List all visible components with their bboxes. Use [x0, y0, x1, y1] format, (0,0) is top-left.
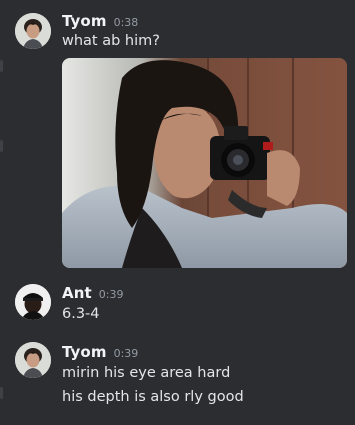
- username[interactable]: Ant: [62, 284, 92, 302]
- message-header: Tyom 0:39: [62, 343, 138, 361]
- message-group: Tyom 0:39 mirin his eye area hard his de…: [0, 336, 355, 425]
- message-text: what ab him?: [62, 33, 160, 49]
- left-edge-marker: [0, 387, 3, 399]
- message-header: Tyom 0:38: [62, 12, 138, 30]
- chat-log: Tyom 0:38 what ab him? Ant 0:39 6.3-4 Ty…: [0, 0, 355, 425]
- message-text: 6.3-4: [62, 306, 100, 322]
- timestamp: 0:39: [98, 288, 124, 301]
- username[interactable]: Tyom: [62, 12, 107, 30]
- message-group: Ant 0:39 6.3-4: [0, 278, 355, 333]
- username[interactable]: Tyom: [62, 343, 107, 361]
- user-avatar-icon[interactable]: [15, 13, 51, 49]
- left-edge-marker: [0, 60, 3, 72]
- message-text: mirin his eye area hard: [62, 365, 231, 381]
- message-header: Ant 0:39: [62, 284, 123, 302]
- image-attachment[interactable]: [62, 58, 347, 268]
- timestamp: 0:38: [113, 16, 139, 29]
- left-edge-marker: [0, 140, 3, 152]
- message-group: Tyom 0:38 what ab him?: [0, 0, 355, 275]
- user-avatar-icon[interactable]: [15, 284, 51, 320]
- user-avatar-icon[interactable]: [15, 342, 51, 378]
- message-text: his depth is also rly good: [62, 389, 244, 405]
- timestamp: 0:39: [113, 347, 139, 360]
